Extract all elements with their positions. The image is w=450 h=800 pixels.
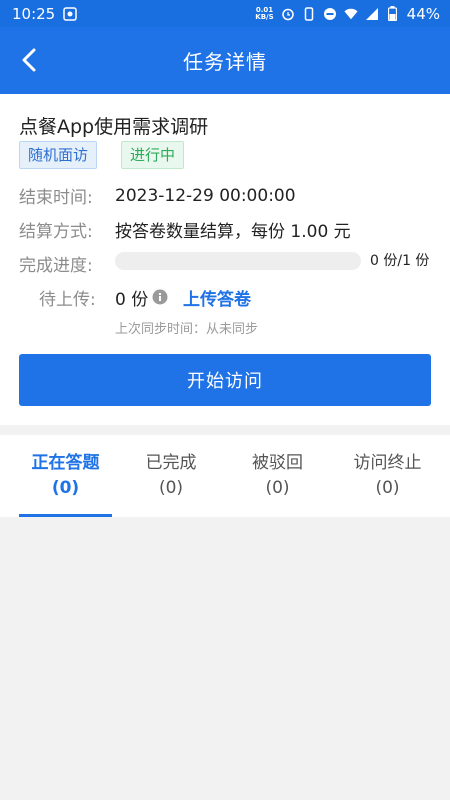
task-title: 点餐App使用需求调研 xyxy=(19,116,209,138)
answer-status-tabs: 正在答题 (0) 已完成 (0) 被驳回 (0) 访问终止 (0) xyxy=(0,435,450,517)
app-notification-icon xyxy=(63,6,77,21)
end-time-label: 结束时间: xyxy=(19,188,93,208)
tab-label: 访问终止 xyxy=(353,453,422,473)
network-speed: 0.01 KB/S xyxy=(255,5,274,21)
tab-label: 已完成 xyxy=(145,453,197,473)
upload-value: 0 份 xyxy=(115,289,149,310)
settlement-label: 结算方式: xyxy=(19,222,93,242)
task-type-tag: 随机面访 xyxy=(19,141,98,169)
progress-label: 完成进度: xyxy=(19,256,93,276)
progress-bar xyxy=(115,252,361,270)
tab-label: 被驳回 xyxy=(252,453,303,473)
status-time: 10:25 xyxy=(12,4,56,23)
task-status-tag: 进行中 xyxy=(121,141,185,169)
end-time-row: 结束时间: 2023-12-29 00:00:00 xyxy=(19,183,296,209)
start-visit-button[interactable]: 开始访问 xyxy=(19,354,431,406)
upload-answers-link[interactable]: 上传答卷 xyxy=(183,285,251,310)
nav-bar: 任务详情 xyxy=(0,27,450,94)
tab-rejected[interactable]: 被驳回 (0) xyxy=(230,435,325,517)
battery-percent: 44% xyxy=(406,4,440,23)
task-card: 点餐App使用需求调研 随机面访 进行中 结束时间: 2023-12-29 00… xyxy=(0,94,450,425)
page-title: 任务详情 xyxy=(183,50,267,74)
empty-list-area xyxy=(0,517,450,800)
progress-row: 完成进度: xyxy=(19,251,115,276)
battery-icon xyxy=(386,6,400,21)
tab-completed[interactable]: 已完成 (0) xyxy=(112,435,230,517)
progress-text: 0 份/1 份 xyxy=(370,253,430,269)
tab-count: (0) xyxy=(375,478,400,498)
tab-count: (0) xyxy=(265,478,290,498)
settlement-value: 按答卷数量结算，每份 1.00 元 xyxy=(115,222,351,242)
vibrate-icon xyxy=(302,6,316,21)
status-bar: 10:25 0.01 KB/S 44% xyxy=(0,0,450,27)
tab-terminated[interactable]: 访问终止 (0) xyxy=(325,435,450,517)
settlement-row: 结算方式: 按答卷数量结算，每份 1.00 元 xyxy=(19,217,351,242)
upload-label: 待上传: xyxy=(39,289,96,310)
end-time-value: 2023-12-29 00:00:00 xyxy=(115,185,296,206)
do-not-disturb-icon xyxy=(323,7,337,21)
tab-count: (0) xyxy=(51,478,80,498)
info-icon[interactable] xyxy=(152,289,168,305)
tab-count: (0) xyxy=(158,478,184,498)
alarm-icon xyxy=(281,7,295,21)
tab-label: 正在答题 xyxy=(31,453,100,473)
wifi-icon xyxy=(344,7,358,21)
tab-answering[interactable]: 正在答题 (0) xyxy=(0,435,112,517)
signal-icon xyxy=(365,7,379,21)
sync-time-text: 上次同步时间：从未同步 xyxy=(115,322,259,337)
